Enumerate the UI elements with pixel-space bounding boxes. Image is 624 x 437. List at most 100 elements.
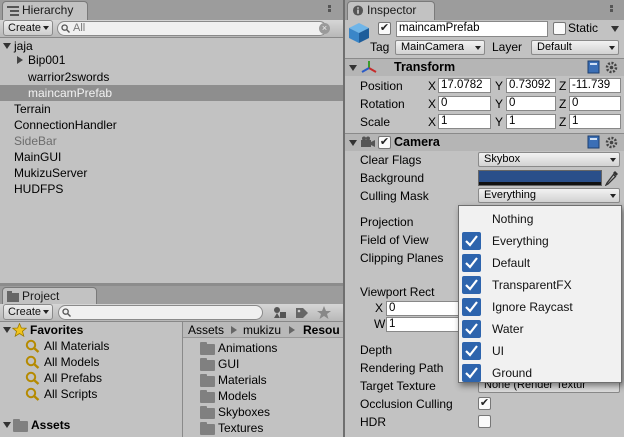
gear-icon[interactable] (605, 61, 618, 74)
tree-item-warrior2swords[interactable]: warrior2swords (0, 69, 343, 85)
culling-mask-popup: Nothing Everything Default TransparentFX… (458, 205, 622, 383)
tree-item-bip001[interactable]: Bip001 (0, 52, 343, 68)
hierarchy-create-button[interactable]: Create (3, 20, 53, 36)
camera-header[interactable]: ✔ Camera (345, 134, 624, 151)
clear-flags-dropdown[interactable]: Skybox (478, 152, 620, 167)
static-checkbox[interactable] (553, 22, 566, 35)
breadcrumb-item[interactable]: Assets (188, 322, 224, 338)
project-panel: Project Create Favorites All Materials A… (0, 286, 343, 437)
popup-item-everything[interactable]: Everything (459, 230, 621, 252)
viewport-x-field[interactable]: 0 (386, 301, 461, 316)
assets-label: Assets (31, 418, 71, 432)
scale-y-field[interactable]: 1 (506, 114, 556, 129)
rotation-y-field[interactable]: 0 (506, 96, 556, 111)
camera-enabled-checkbox[interactable]: ✔ (378, 136, 391, 149)
collapse-arrow-icon (17, 56, 23, 64)
clipping-planes-label: Clipping Planes (360, 251, 444, 265)
hdr-label: HDR (360, 415, 386, 429)
gear-icon[interactable] (605, 136, 618, 149)
popup-item-transparentfx[interactable]: TransparentFX (459, 274, 621, 296)
tree-item-connectionhandler[interactable]: ConnectionHandler (0, 117, 343, 133)
axis-z-label: Z (559, 115, 567, 129)
transform-header[interactable]: Transform (345, 59, 624, 76)
hierarchy-search-placeholder: All (73, 22, 86, 34)
eyedropper-icon[interactable] (605, 170, 619, 186)
gameobject-cube-icon (349, 23, 369, 43)
popup-item-water[interactable]: Water (459, 318, 621, 340)
inspector-menu-icon[interactable] (602, 4, 620, 16)
project-toolbar: Create (0, 304, 343, 322)
search-icon (61, 24, 70, 33)
favorite-item[interactable]: All Materials (0, 338, 182, 354)
folder-item-textures[interactable]: Textures (183, 420, 343, 436)
tree-item-maincamprefab[interactable]: maincamPrefab (0, 85, 343, 101)
breadcrumb-item[interactable]: Resou (303, 322, 340, 338)
favorite-item[interactable]: All Prefabs (0, 370, 182, 386)
tab-project-label: Project (22, 289, 60, 303)
tree-item-mukizuserver[interactable]: MukizuServer (0, 165, 343, 181)
help-book-icon[interactable] (587, 135, 600, 149)
tab-project[interactable]: Project (2, 287, 97, 304)
static-dropdown-icon[interactable] (611, 26, 619, 32)
tab-inspector[interactable]: Inspector (347, 1, 435, 20)
tag-dropdown[interactable]: MainCamera (395, 40, 485, 55)
filter-by-type-icon[interactable] (272, 305, 288, 320)
viewport-w-label: W (374, 317, 386, 331)
rotation-x-field[interactable]: 0 (438, 96, 491, 111)
project-search-input[interactable] (58, 305, 263, 320)
help-book-icon[interactable] (587, 60, 600, 74)
transform-rotation-row: Rotation X 0 Y 0 Z 0 (345, 95, 624, 113)
folder-item-animations[interactable]: Animations (183, 340, 343, 356)
tab-hierarchy[interactable]: Hierarchy (2, 1, 88, 20)
hierarchy-search-input[interactable]: All (57, 21, 327, 36)
breadcrumb-item[interactable]: mukizu (243, 322, 281, 338)
position-x-field[interactable]: 17.0782 (438, 78, 491, 93)
favorite-item[interactable]: All Models (0, 354, 182, 370)
rotation-z-field[interactable]: 0 (569, 96, 621, 111)
folder-item-models[interactable]: Models (183, 388, 343, 404)
assets-header[interactable]: Assets (0, 417, 182, 433)
tree-item-hudfps[interactable]: HUDFPS (0, 181, 343, 197)
popup-item-nothing[interactable]: Nothing (459, 208, 621, 230)
project-create-button[interactable]: Create (3, 304, 53, 320)
tree-item-sidebar[interactable]: SideBar (0, 133, 343, 149)
favorites-header[interactable]: Favorites (0, 322, 182, 338)
project-folder-list: Animations GUI Materials Models Skyboxes… (183, 339, 343, 437)
axis-y-label: Y (495, 115, 504, 129)
popup-item-label: Everything (492, 234, 549, 248)
hierarchy-menu-icon[interactable] (320, 4, 338, 16)
position-label: Position (360, 79, 403, 93)
tree-item-maingui[interactable]: MainGUI (0, 149, 343, 165)
folder-item-skyboxes[interactable]: Skyboxes (183, 404, 343, 420)
folder-label: Animations (218, 341, 278, 355)
background-color-swatch[interactable] (478, 170, 602, 186)
star-favorite-icon[interactable] (316, 305, 332, 320)
transform-title: Transform (394, 60, 456, 74)
search-clear-icon[interactable]: × (319, 23, 330, 34)
hdr-checkbox[interactable] (478, 415, 491, 428)
popup-item-ignore-raycast[interactable]: Ignore Raycast (459, 296, 621, 318)
culling-mask-value: Everything (484, 189, 536, 201)
folder-item-gui[interactable]: GUI (183, 356, 343, 372)
scale-x-field[interactable]: 1 (438, 114, 491, 129)
gameobject-active-checkbox[interactable]: ✔ (378, 22, 391, 35)
popup-item-ui[interactable]: UI (459, 340, 621, 362)
scale-z-field[interactable]: 1 (569, 114, 621, 129)
occlusion-culling-checkbox[interactable]: ✔ (478, 397, 491, 410)
tree-item-label: Terrain (14, 102, 51, 116)
tree-item-terrain[interactable]: Terrain (0, 101, 343, 117)
popup-item-default[interactable]: Default (459, 252, 621, 274)
viewport-w-field[interactable]: 1 (386, 317, 461, 332)
folder-icon (200, 358, 215, 371)
folder-item-materials[interactable]: Materials (183, 372, 343, 388)
filter-by-label-icon[interactable] (294, 305, 310, 320)
popup-item-ground[interactable]: Ground (459, 362, 621, 384)
position-z-field[interactable]: -11.739 (569, 78, 621, 93)
layer-dropdown[interactable]: Default (531, 40, 619, 55)
gameobject-name-field[interactable]: maincamPrefab (396, 21, 548, 37)
position-y-field[interactable]: 0.73092 (506, 78, 556, 93)
favorite-item[interactable]: All Scripts (0, 386, 182, 402)
culling-mask-dropdown[interactable]: Everything (478, 188, 620, 203)
rotation-z-value: 0 (572, 97, 579, 109)
info-icon (352, 5, 364, 16)
